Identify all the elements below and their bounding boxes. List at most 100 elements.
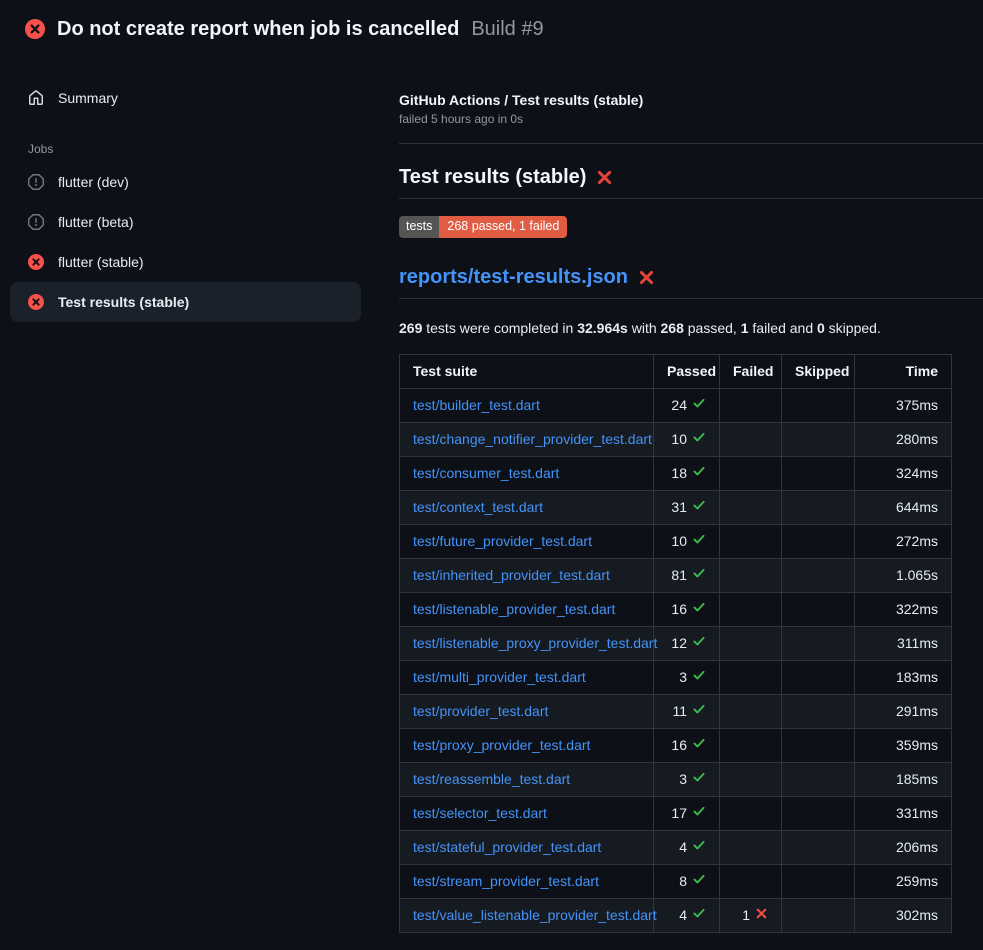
- col-failed: Failed: [720, 354, 782, 388]
- suite-cell: test/listenable_provider_test.dart: [400, 592, 654, 626]
- passed-cell: 17: [654, 796, 720, 830]
- test-suite-link[interactable]: test/consumer_test.dart: [413, 465, 559, 481]
- table-row: test/reassemble_test.dart3185ms: [400, 762, 952, 796]
- cross-mark-icon: [596, 169, 613, 186]
- table-row: test/stream_provider_test.dart8259ms: [400, 864, 952, 898]
- check-icon: [692, 532, 706, 546]
- badge-value: 268 passed, 1 failed: [439, 216, 567, 238]
- suite-cell: test/value_listenable_provider_test.dart: [400, 898, 654, 932]
- suite-cell: test/context_test.dart: [400, 490, 654, 524]
- test-suite-link[interactable]: test/provider_test.dart: [413, 703, 548, 719]
- table-row: test/consumer_test.dart18324ms: [400, 456, 952, 490]
- checks-page: { "colors": { "background": "#0d1117", "…: [0, 0, 983, 950]
- skipped-cell: [782, 864, 855, 898]
- sidebar-item-flutter-beta[interactable]: flutter (beta): [10, 202, 361, 242]
- check-icon: [692, 702, 706, 716]
- suite-cell: test/consumer_test.dart: [400, 456, 654, 490]
- test-suite-link[interactable]: test/value_listenable_provider_test.dart: [413, 907, 657, 923]
- failed-cell: [720, 830, 782, 864]
- sidebar-job-label: flutter (stable): [58, 254, 144, 270]
- report-file-link[interactable]: reports/test-results.json: [399, 266, 628, 289]
- suite-cell: test/inherited_provider_test.dart: [400, 558, 654, 592]
- check-icon: [692, 566, 706, 580]
- passed-cell: 3: [654, 660, 720, 694]
- failed-cell: [720, 456, 782, 490]
- passed-cell: 8: [654, 864, 720, 898]
- skipped-cell: [782, 660, 855, 694]
- layout: Summary Jobs flutter (dev) flutter (beta…: [0, 54, 983, 933]
- failed-cell: [720, 762, 782, 796]
- skipped-cell: [782, 626, 855, 660]
- x-mark-icon: [755, 907, 768, 920]
- test-suite-link[interactable]: test/listenable_provider_test.dart: [413, 601, 615, 617]
- table-row: test/change_notifier_provider_test.dart1…: [400, 422, 952, 456]
- skipped-cell: [782, 796, 855, 830]
- section-heading: Test results (stable): [399, 166, 983, 199]
- test-suite-link[interactable]: test/stream_provider_test.dart: [413, 873, 599, 889]
- check-icon: [692, 668, 706, 682]
- table-row: test/multi_provider_test.dart3183ms: [400, 660, 952, 694]
- sidebar-item-summary[interactable]: Summary: [10, 78, 361, 118]
- passed-cell: 10: [654, 524, 720, 558]
- passed-cell: 10: [654, 422, 720, 456]
- col-skipped: Skipped: [782, 354, 855, 388]
- check-icon: [692, 464, 706, 478]
- cancelled-stop-icon: [28, 174, 44, 190]
- test-suite-link[interactable]: test/reassemble_test.dart: [413, 771, 570, 787]
- skipped-cell: [782, 422, 855, 456]
- sidebar-item-test-results-stable[interactable]: Test results (stable): [10, 282, 361, 322]
- suite-cell: test/provider_test.dart: [400, 694, 654, 728]
- test-suite-link[interactable]: test/context_test.dart: [413, 499, 543, 515]
- time-cell: 272ms: [855, 524, 952, 558]
- skipped-cell: [782, 694, 855, 728]
- test-suite-link[interactable]: test/multi_provider_test.dart: [413, 669, 586, 685]
- cross-mark-icon: [638, 269, 655, 286]
- skipped-cell: [782, 592, 855, 626]
- check-icon: [692, 600, 706, 614]
- time-cell: 291ms: [855, 694, 952, 728]
- suite-cell: test/selector_test.dart: [400, 796, 654, 830]
- suite-cell: test/stream_provider_test.dart: [400, 864, 654, 898]
- test-suite-link[interactable]: test/stateful_provider_test.dart: [413, 839, 601, 855]
- cancelled-stop-icon: [28, 214, 44, 230]
- passed-cell: 81: [654, 558, 720, 592]
- test-suite-link[interactable]: test/selector_test.dart: [413, 805, 547, 821]
- sidebar-item-flutter-dev[interactable]: flutter (dev): [10, 162, 361, 202]
- time-cell: 302ms: [855, 898, 952, 932]
- section-heading-text: Test results (stable): [399, 166, 586, 189]
- skipped-cell: [782, 728, 855, 762]
- time-cell: 185ms: [855, 762, 952, 796]
- passed-cell: 4: [654, 898, 720, 932]
- passed-cell: 16: [654, 728, 720, 762]
- test-suite-link[interactable]: test/builder_test.dart: [413, 397, 540, 413]
- table-row: test/inherited_provider_test.dart811.065…: [400, 558, 952, 592]
- table-row: test/listenable_provider_test.dart16322m…: [400, 592, 952, 626]
- passed-cell: 16: [654, 592, 720, 626]
- table-row: test/proxy_provider_test.dart16359ms: [400, 728, 952, 762]
- test-suite-link[interactable]: test/inherited_provider_test.dart: [413, 567, 610, 583]
- failed-cell: [720, 592, 782, 626]
- failed-cell: 1: [720, 898, 782, 932]
- breadcrumb: GitHub Actions / Test results (stable): [399, 92, 983, 108]
- suite-cell: test/change_notifier_provider_test.dart: [400, 422, 654, 456]
- time-cell: 375ms: [855, 388, 952, 422]
- check-icon: [692, 736, 706, 750]
- skipped-cell: [782, 490, 855, 524]
- table-row: test/builder_test.dart24375ms: [400, 388, 952, 422]
- test-suite-link[interactable]: test/listenable_proxy_provider_test.dart: [413, 635, 657, 651]
- table-row: test/listenable_proxy_provider_test.dart…: [400, 626, 952, 660]
- table-row: test/future_provider_test.dart 10 272ms: [400, 524, 952, 558]
- failed-cell: [720, 626, 782, 660]
- sidebar-job-label: flutter (dev): [58, 174, 129, 190]
- test-suite-link[interactable]: test/change_notifier_provider_test.dart: [413, 431, 652, 447]
- test-suite-link[interactable]: test/proxy_provider_test.dart: [413, 737, 590, 753]
- check-icon: [692, 906, 706, 920]
- suite-cell: test/builder_test.dart: [400, 388, 654, 422]
- failed-cell: [720, 864, 782, 898]
- check-icon: [692, 838, 706, 852]
- failed-cell: [720, 660, 782, 694]
- test-suite-link[interactable]: test/future_provider_test.dart: [413, 533, 592, 549]
- sidebar-item-flutter-stable[interactable]: flutter (stable): [10, 242, 361, 282]
- failed-cell: [720, 796, 782, 830]
- time-cell: 644ms: [855, 490, 952, 524]
